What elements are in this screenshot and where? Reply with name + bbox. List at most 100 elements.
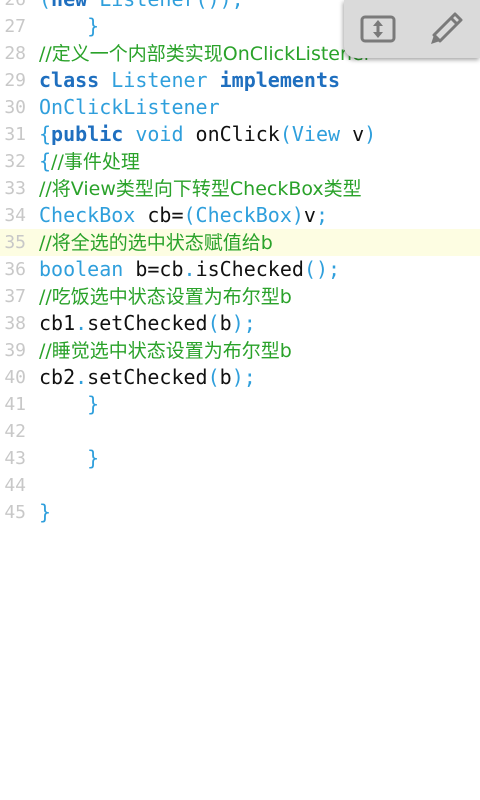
code-token: View [291, 122, 341, 146]
code-token: ; [315, 203, 329, 227]
line-number: 32 [4, 151, 26, 172]
code-token: //将View类型向下转型CheckBox类型 [39, 178, 362, 200]
line-number: 31 [4, 124, 26, 145]
code-token: //将全选的选中状态赋值给b [39, 232, 273, 254]
line-number: 29 [4, 70, 26, 91]
code-token: OnClickListener [39, 95, 220, 119]
line-code: {public void onClick(View v) [39, 121, 376, 148]
code-line[interactable]: 35 //将全选的选中状态赋值给b [0, 229, 480, 256]
code-line[interactable]: 34 CheckBox cb=(CheckBox)v; [0, 202, 480, 229]
code-token: //睡觉选中状态设置为布尔型b [39, 340, 292, 362]
line-number: 44 [4, 475, 26, 496]
line-number: 40 [4, 367, 26, 388]
code-token: Listener [99, 0, 195, 11]
code-line[interactable]: 32 {//事件处理 [0, 148, 480, 175]
line-code: } [39, 499, 51, 526]
code-token: cb= [135, 203, 184, 227]
code-token: ( [183, 203, 196, 227]
code-token: } [39, 446, 100, 470]
code-token: implements [219, 68, 341, 92]
code-line[interactable]: 40 cb2.setChecked(b); [0, 364, 480, 391]
line-code: cb2.setChecked(b); [39, 364, 256, 391]
line-number: 43 [4, 448, 26, 469]
line-code: {//事件处理 [39, 148, 140, 176]
code-line[interactable]: 29 class Listener implements [0, 67, 480, 94]
line-number: 39 [4, 340, 26, 361]
edit-button[interactable] [424, 7, 468, 51]
line-code: class Listener implements [39, 67, 340, 94]
code-token: cb1 [39, 311, 76, 335]
code-line[interactable]: 37 //吃饭选中状态设置为布尔型b [0, 283, 480, 310]
code-line[interactable]: 39 //睡觉选中状态设置为布尔型b [0, 337, 480, 364]
line-number: 45 [4, 502, 26, 523]
code-token: //事件处理 [51, 151, 140, 173]
code-line[interactable]: 43 } [0, 445, 480, 472]
line-number: 38 [4, 313, 26, 334]
code-editor[interactable]: 26(new Listener());27 }28//定义一个内部类实现OnCl… [0, 0, 480, 526]
floating-toolbar [344, 0, 480, 58]
code-token: ( [207, 311, 220, 335]
line-number: 28 [4, 43, 26, 64]
line-number: 41 [4, 394, 26, 415]
line-number: 27 [4, 16, 26, 37]
line-number: 42 [4, 421, 26, 442]
code-line[interactable]: 42 [0, 418, 480, 445]
code-token: b [219, 365, 232, 389]
line-code: //将全选的选中状态赋值给b [39, 229, 273, 257]
line-code: } [39, 445, 99, 472]
code-token: { [39, 122, 52, 146]
line-code: (new Listener()); [39, 0, 244, 13]
code-token: isChecked [195, 257, 304, 281]
code-token: //定义一个内部类实现OnClickListener [39, 43, 372, 65]
code-token: } [39, 500, 52, 524]
pencil-edit-icon [431, 12, 463, 44]
code-token: ); [231, 311, 256, 335]
code-token: v [340, 122, 365, 146]
code-token: ( [207, 365, 220, 389]
line-number: 26 [0, 0, 26, 13]
code-line[interactable]: 45} [0, 499, 480, 526]
code-line[interactable]: 30 OnClickListener [0, 94, 480, 121]
line-code: boolean b=cb.isChecked(); [39, 256, 340, 283]
code-token: { [39, 149, 52, 173]
code-token: setChecked [87, 311, 208, 335]
code-token: b=cb [123, 257, 184, 281]
fit-screen-icon [360, 15, 396, 43]
line-code: } [39, 13, 99, 40]
code-token: onClick [183, 122, 280, 146]
line-number: 37 [4, 286, 26, 307]
line-code: //吃饭选中状态设置为布尔型b [39, 283, 292, 311]
line-number: 35 [4, 232, 26, 253]
code-token: Listener [111, 68, 208, 92]
line-code: OnClickListener [39, 94, 220, 121]
code-token: new [51, 0, 87, 11]
code-token: . [75, 365, 88, 389]
line-number: 33 [4, 178, 26, 199]
line-code: cb1.setChecked(b); [39, 310, 256, 337]
code-token: class [39, 68, 100, 92]
fit-screen-button[interactable] [356, 7, 400, 51]
code-token: b [219, 311, 232, 335]
code-token: //吃饭选中状态设置为布尔型b [39, 286, 292, 308]
code-token: } [39, 14, 100, 38]
code-line[interactable]: 33 //将View类型向下转型CheckBox类型 [0, 175, 480, 202]
code-token: cb2 [39, 365, 76, 389]
code-line[interactable]: 41 } [0, 391, 480, 418]
code-token: public [51, 122, 124, 146]
line-number: 36 [4, 259, 26, 280]
code-token: } [39, 392, 100, 416]
code-token: CheckBox [39, 203, 136, 227]
code-line[interactable]: 44 [0, 472, 480, 499]
code-token: void [135, 122, 184, 146]
line-number: 34 [4, 205, 26, 226]
code-line[interactable]: 31 {public void onClick(View v) [0, 121, 480, 148]
code-line[interactable]: 36 boolean b=cb.isChecked(); [0, 256, 480, 283]
code-line[interactable]: 38 cb1.setChecked(b); [0, 310, 480, 337]
code-token: ) [291, 203, 304, 227]
code-token: setChecked [87, 365, 208, 389]
code-token: ()); [196, 0, 244, 11]
line-code: //将View类型向下转型CheckBox类型 [39, 175, 362, 203]
